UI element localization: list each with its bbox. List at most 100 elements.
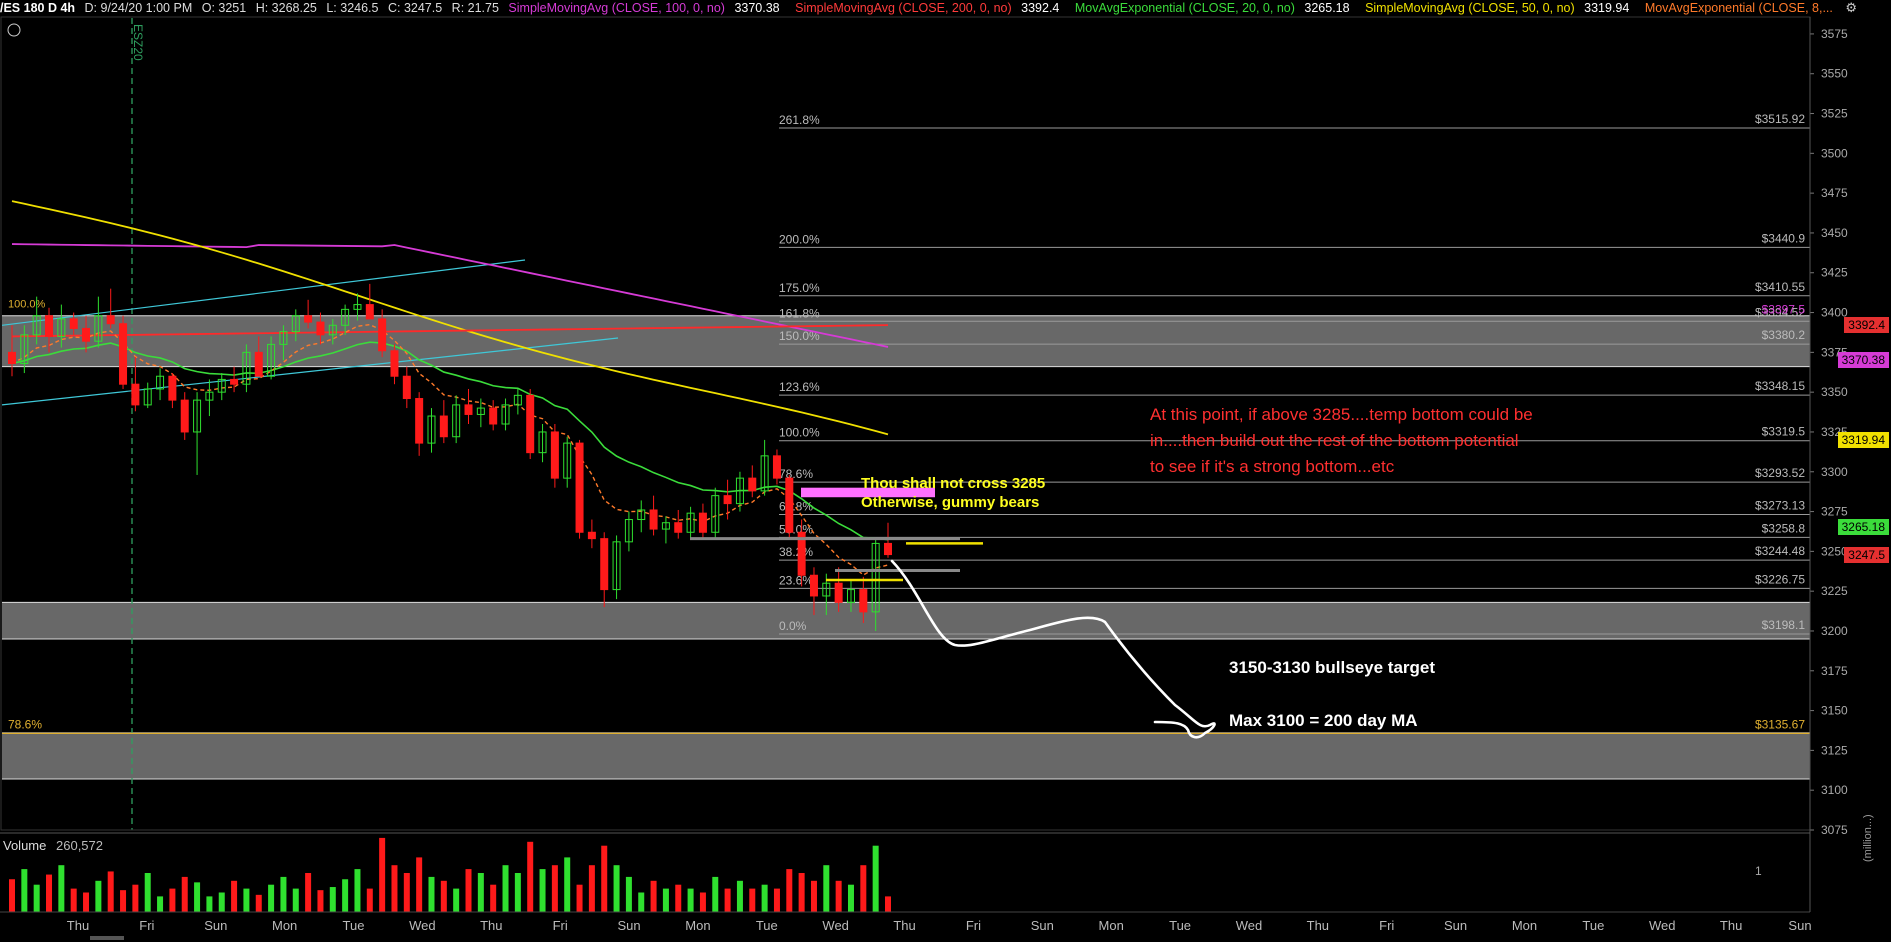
price-pill: 3247.5 [1844, 547, 1889, 564]
volume-bar [329, 887, 336, 912]
volume-bar [662, 888, 669, 912]
zone-band-2 [2, 732, 1810, 780]
candle-body [489, 407, 498, 425]
time-tick-label: Fri [553, 918, 568, 933]
price-tick-label: 3500 [1821, 146, 1848, 160]
fibonacci-levels: 261.8% $3515.92 200.0% $3440.9 175.0% $3410.5… [2, 112, 1810, 735]
volume-bar [699, 892, 706, 912]
candle-body [884, 542, 892, 556]
candle-body [723, 495, 732, 505]
candle-body [82, 327, 91, 342]
volume-bar [798, 873, 805, 912]
candle-body [106, 315, 115, 325]
volume-bar [576, 884, 583, 912]
annotation-target[interactable]: 3150-3130 bullseye target [1229, 658, 1435, 678]
expiry-label: ESZ20 [131, 24, 145, 61]
price-tick-label: 3075 [1821, 823, 1848, 837]
volume-bar [613, 865, 620, 912]
price-tick-label: 3100 [1821, 783, 1848, 797]
time-scroll-handle [90, 936, 124, 940]
candle-body [526, 394, 535, 454]
volume-bar [601, 845, 608, 912]
volume-bar [872, 845, 879, 912]
annotation-red-line-1[interactable]: At this point, if above 3285....temp bot… [1150, 405, 1533, 425]
volume-bar [885, 896, 891, 912]
volume-bar [773, 888, 780, 912]
candle-body [365, 304, 374, 320]
candle-body [674, 522, 683, 533]
fib-pct-2: 175.0% [779, 281, 820, 295]
fib-pct-10: 38.2% [779, 545, 813, 559]
price-pill: 3265.18 [1837, 519, 1889, 536]
freehand-projection-path [890, 559, 1216, 739]
volume-bar [21, 869, 28, 912]
support-resistance-zones: ESZ20 [2, 18, 1810, 830]
candle-body [785, 477, 794, 533]
annotation-yellow-line-2[interactable]: Otherwise, gummy bears [861, 494, 1039, 511]
volume-bar [712, 876, 719, 912]
price-pill: 3370.38 [1837, 351, 1889, 368]
price-tick-label: 3275 [1821, 505, 1848, 519]
time-tick-label: Thu [1307, 918, 1329, 933]
volume-bar [465, 869, 472, 912]
volume-bar [638, 892, 645, 912]
volume-bar [379, 837, 386, 912]
volume-bar [724, 888, 731, 912]
time-tick-label: Wed [1236, 918, 1263, 933]
annotation-red-line-2[interactable]: in....then build out the rest of the bot… [1150, 431, 1519, 451]
time-tick-label: Thu [893, 918, 915, 933]
candle-body [748, 477, 757, 492]
chart-window: /ES 180 D 4h D: 9/24/20 1:00 PM O: 3251 … [0, 0, 1891, 942]
volume-bar [428, 876, 435, 912]
candle-body [464, 404, 473, 415]
time-axis: Thu Fri Sun Mon Tue Wed Thu Fri Sun Mon Tue Wed Thu F… [67, 918, 1812, 940]
fib-pct-0: 261.8% [779, 113, 820, 127]
volume-bar [453, 888, 460, 912]
volume-bar [749, 888, 756, 912]
volume-bar [514, 873, 521, 912]
volume-title: Volume [3, 838, 47, 853]
volume-bar [231, 880, 238, 912]
annotation-max[interactable]: Max 3100 = 200 day MA [1229, 711, 1418, 731]
fib-pct-11: 23.6% [779, 573, 813, 587]
price-pill: 3392.4 [1844, 316, 1889, 333]
annotation-red-line-3[interactable]: to see if it's a strong bottom...etc [1150, 457, 1394, 477]
candle-body [550, 431, 559, 479]
annotation-yellow-line-1[interactable]: Thou shall not cross 3285 [861, 475, 1045, 492]
volume-bar [280, 876, 287, 912]
volume-bar [33, 884, 40, 912]
price-tick-label: 3200 [1821, 624, 1848, 638]
volume-bar [502, 865, 509, 912]
candle-body [69, 318, 78, 329]
candle-body [119, 323, 128, 385]
fib-price-1: $3440.9 [1762, 231, 1806, 245]
candle-body [587, 531, 596, 540]
volume-bar [823, 865, 830, 912]
time-tick-label: Sun [1444, 918, 1467, 933]
candle-body [168, 375, 177, 401]
left-pct-label: 100.0% [8, 299, 46, 311]
price-tick-label: 3125 [1821, 743, 1848, 757]
candle-body [600, 538, 609, 591]
fib-price-10: $3244.48 [1755, 544, 1805, 558]
time-tick-label: Wed [822, 918, 849, 933]
volume-bar [70, 888, 77, 912]
volume-bar [440, 880, 447, 912]
fib-price-2: $3410.55 [1755, 280, 1805, 294]
fib-price-12: $3198.1 [1762, 618, 1806, 632]
candle-body [402, 375, 411, 400]
zone-band-1 [2, 602, 1810, 639]
time-tick-label: Mon [272, 918, 297, 933]
candle-body [316, 321, 325, 336]
fib-price-extra: $3135.67 [1755, 717, 1805, 731]
price-chart[interactable]: ESZ20 261.8% $3515.92 200.0% $3440.9 175.0% $… [0, 0, 1891, 942]
fib-price-8: $3273.13 [1755, 499, 1805, 513]
price-tick-label: 3225 [1821, 584, 1848, 598]
fib-price-0: $3515.92 [1755, 112, 1805, 126]
volume-value: 260,572 [56, 838, 103, 853]
price-tick-label: 3475 [1821, 186, 1848, 200]
time-tick-label: Wed [1649, 918, 1676, 933]
fib-pct-12: 0.0% [779, 619, 807, 633]
volume-bar [539, 869, 546, 912]
volume-axis-unit: (million...) [1862, 814, 1874, 862]
